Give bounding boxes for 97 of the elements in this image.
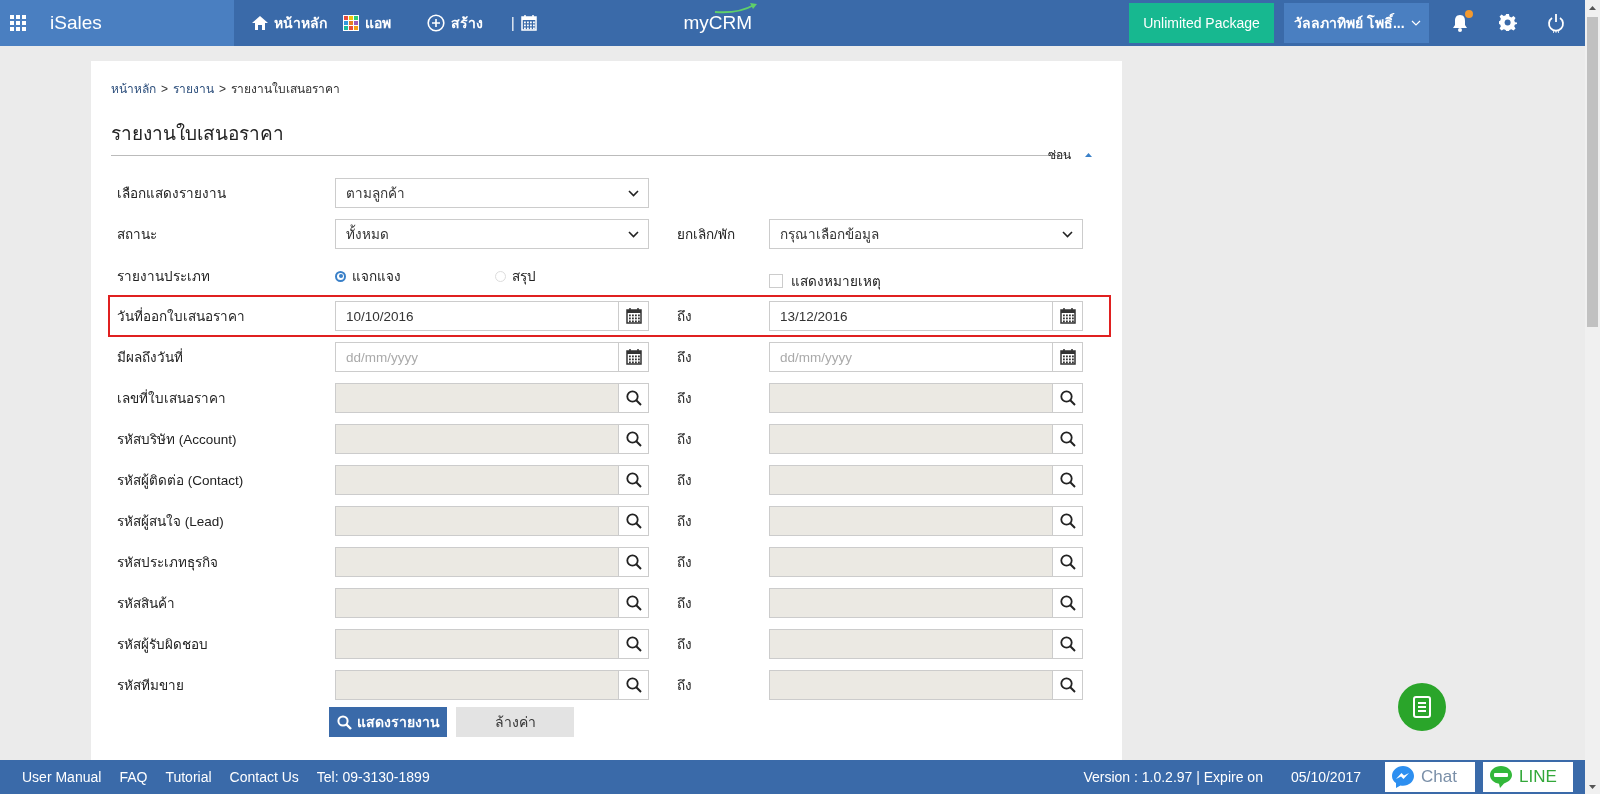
document-icon <box>1413 696 1431 718</box>
apps-grid-icon[interactable] <box>343 15 359 31</box>
expire-date: 05/10/2017 <box>1290 769 1361 785</box>
calendar-button-icon[interactable] <box>625 308 642 324</box>
search-icon[interactable] <box>1059 636 1076 652</box>
checkbox[interactable]: แสดงหมายเหตุ <box>769 270 1083 292</box>
search-icon[interactable] <box>625 472 642 488</box>
search-icon[interactable] <box>625 595 642 611</box>
range-label: ถึง <box>676 308 693 326</box>
breadcrumb-link[interactable]: รายงาน <box>173 79 214 98</box>
version-text: Version : 1.0.2.97 | Expire on <box>1083 769 1263 785</box>
nav-link[interactable]: หน้าหลัก <box>244 0 335 46</box>
search-icon[interactable] <box>625 636 642 652</box>
field-label: สถานะ <box>117 226 158 244</box>
range-label: ถึง <box>676 349 693 367</box>
footer-link[interactable]: FAQ <box>119 769 148 785</box>
search-icon[interactable] <box>1059 677 1076 693</box>
search-icon[interactable] <box>1059 513 1076 529</box>
nav-link[interactable]: แอพ <box>335 0 399 46</box>
breadcrumb-separator: > <box>161 81 168 96</box>
bell-icon[interactable] <box>1451 14 1469 32</box>
caret-up-icon <box>1085 152 1092 157</box>
range-label: ถึง <box>676 554 693 572</box>
field-label: รหัสผู้ติดต่อ (Contact) <box>117 472 245 491</box>
messenger-icon <box>1391 765 1415 789</box>
hide-toggle[interactable]: ซ่อน <box>1048 145 1092 164</box>
search-icon[interactable] <box>625 554 642 570</box>
search-icon[interactable] <box>1059 431 1076 447</box>
search-icon[interactable] <box>1059 390 1076 406</box>
search-icon[interactable] <box>625 431 642 447</box>
field-label: วันที่ออกใบเสนอราคา <box>117 306 246 326</box>
range-label: ถึง <box>676 390 693 408</box>
select-field[interactable]: กรุณาเลือกข้อมูล <box>769 219 1083 249</box>
field-label: เลือกแสดงรายงาน <box>117 185 227 203</box>
date-field[interactable]: 10/10/2016 <box>335 301 649 331</box>
scroll-down-icon[interactable] <box>1589 784 1596 789</box>
breadcrumb-separator: > <box>219 81 227 96</box>
footer-link[interactable]: Contact Us <box>229 769 299 785</box>
range-label: ยกเลิก/พัก <box>676 226 736 244</box>
field-label: มีผลถึงวันที่ <box>117 347 184 367</box>
calendar-button-icon[interactable] <box>625 349 642 365</box>
field-label: รหัสทีมขาย <box>117 677 185 695</box>
footer-link[interactable]: Tutorial <box>165 769 212 785</box>
show-report-button[interactable]: แสดงรายงาน <box>329 707 447 737</box>
menu-icon[interactable] <box>10 15 26 31</box>
user-menu[interactable]: วัลลภาทิพย์ โพธิ์... <box>1284 3 1429 43</box>
field-label: รายงานประเภท <box>117 268 211 286</box>
field-label: รหัสผู้รับผิดชอบ <box>117 636 209 655</box>
speech-bubble-icon <box>1489 765 1513 789</box>
select-field[interactable]: ทั้งหมด <box>335 219 649 249</box>
nav-link[interactable]: สร้าง <box>419 0 491 46</box>
range-label: ถึง <box>676 595 693 613</box>
chevron-down-icon <box>628 189 639 197</box>
breadcrumb-current: รายงานใบเสนอราคา <box>231 81 341 98</box>
search-icon[interactable] <box>625 677 642 693</box>
range-label: ถึง <box>676 636 693 654</box>
calendar-icon[interactable] <box>520 15 537 31</box>
radio-option[interactable]: แจกแจง <box>335 265 495 287</box>
chevron-down-icon <box>1062 230 1073 238</box>
field-label: รหัสสินค้า <box>117 595 176 613</box>
calendar-button-icon[interactable] <box>1059 349 1076 365</box>
power-icon[interactable] <box>1547 13 1565 33</box>
logo: myCRM <box>683 12 753 33</box>
field-label: เลขที่ใบเสนอราคา <box>117 388 227 408</box>
calendar-button-icon[interactable] <box>1059 308 1076 324</box>
search-icon[interactable] <box>625 390 642 406</box>
footer-link[interactable]: User Manual <box>22 769 102 785</box>
swoosh-icon <box>714 2 759 14</box>
search-icon[interactable] <box>1059 595 1076 611</box>
search-icon[interactable] <box>625 513 642 529</box>
range-label: ถึง <box>676 677 693 695</box>
range-label: ถึง <box>676 472 693 490</box>
nav-separator: | <box>511 15 515 31</box>
breadcrumb-link[interactable]: หน้าหลัก <box>111 79 156 98</box>
document-fab-button[interactable] <box>1398 683 1446 731</box>
field-label: รหัสประเภทธุรกิจ <box>117 554 219 573</box>
chat-button[interactable]: Chat <box>1385 762 1475 792</box>
home-icon[interactable] <box>252 16 268 30</box>
clear-button[interactable]: ล้างค่า <box>456 707 574 737</box>
plus-circle-icon[interactable] <box>427 14 445 32</box>
field-label: รหัสบริษัท (Account) <box>117 431 238 449</box>
search-icon[interactable] <box>1059 554 1076 570</box>
scroll-up-icon[interactable] <box>1589 5 1596 10</box>
search-icon[interactable] <box>1059 472 1076 488</box>
select-field[interactable]: ตามลูกค้า <box>335 178 649 208</box>
radio-option[interactable]: สรุป <box>495 265 655 287</box>
search-icon <box>336 714 352 730</box>
range-label: ถึง <box>676 431 693 449</box>
caret-icon <box>1410 20 1421 26</box>
line-button[interactable]: LINE <box>1483 762 1573 792</box>
date-field[interactable]: 13/12/2016 <box>769 301 1083 331</box>
settings-icon[interactable] <box>1499 14 1517 32</box>
phone-link[interactable]: Tel: 09-3130-1899 <box>316 769 430 785</box>
range-label: ถึง <box>676 513 693 531</box>
app-name: iSales <box>50 12 102 34</box>
chevron-down-icon <box>628 230 639 238</box>
field-label: รหัสผู้สนใจ (Lead) <box>117 513 225 532</box>
